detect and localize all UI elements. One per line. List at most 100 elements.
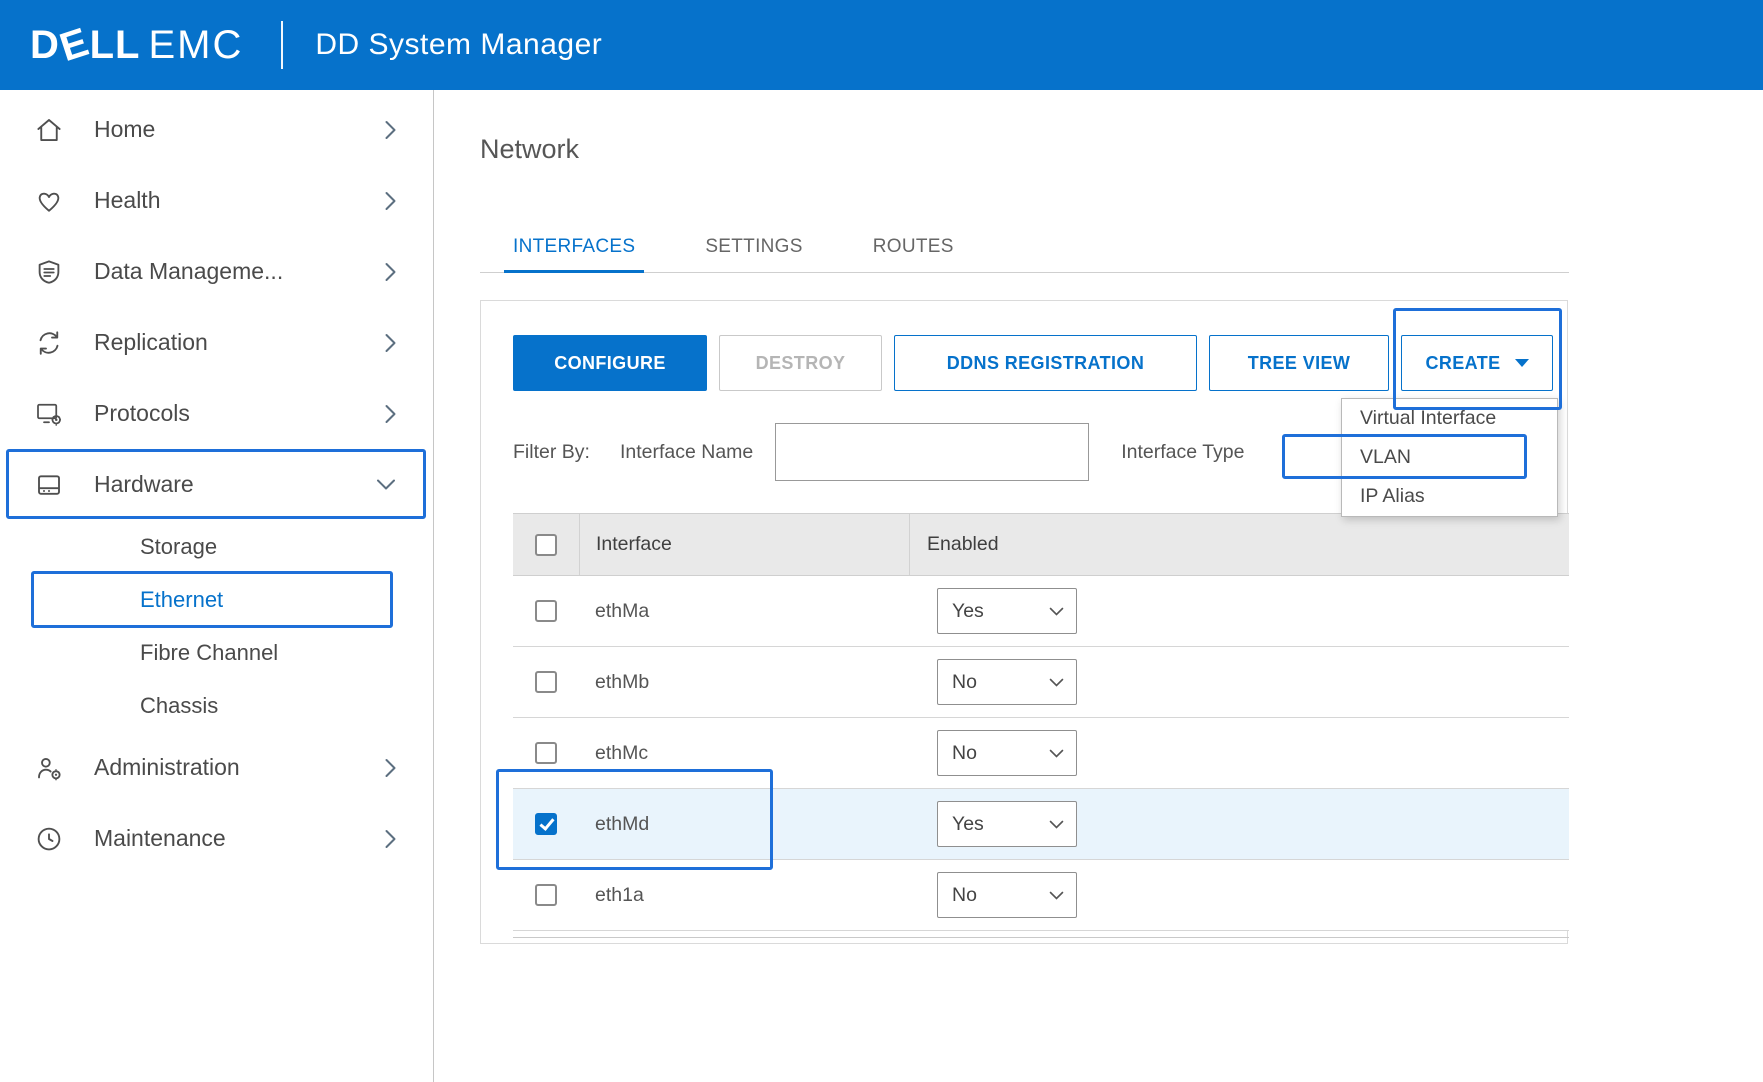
chevron-right-icon [384,332,397,354]
sidebar-item-home[interactable]: Home [0,94,433,165]
table-row: ethMa Yes [513,576,1569,647]
enabled-select[interactable]: No [937,659,1077,705]
header-checkbox-cell [513,514,579,575]
storage-appliance-icon [34,470,64,500]
chevron-down-icon [1049,678,1064,687]
row-checkbox[interactable] [535,742,557,764]
interfaces-table: Interface Enabled ethMa Yes ethMb [513,513,1569,938]
home-icon [34,115,64,145]
create-button[interactable]: CREATE [1401,335,1553,391]
enabled-select[interactable]: No [937,872,1077,918]
sidebar-item-health[interactable]: Health [0,165,433,236]
tab-routes[interactable]: ROUTES [864,226,963,273]
chevron-down-icon [1049,749,1064,758]
sidebar-item-storage[interactable]: Storage [0,520,433,573]
menu-item-virtual-interface[interactable]: Virtual Interface [1342,399,1557,438]
chevron-right-icon [384,119,397,141]
tree-view-button[interactable]: TREE VIEW [1209,335,1389,391]
menu-item-vlan[interactable]: VLAN [1342,438,1557,477]
sidebar-item-fibre-channel[interactable]: Fibre Channel [0,626,433,679]
sidebar-item-protocols[interactable]: Protocols [0,378,433,449]
row-checkbox[interactable] [535,884,557,906]
interfaces-panel: CONFIGURE DESTROY DDNS REGISTRATION TREE… [480,300,1568,944]
sidebar-item-label: Data Manageme... [94,258,283,285]
enabled-select[interactable]: Yes [937,801,1077,847]
table-row: ethMc No [513,718,1569,789]
table-row: eth1a No [513,860,1569,931]
row-checkbox-cell [513,647,579,717]
sidebar-item-label: Hardware [94,471,194,498]
header-divider [281,21,283,69]
enabled-cell: No [909,647,1569,717]
logo-letter: LL [90,23,141,68]
heart-icon [34,186,64,216]
interface-name-input[interactable] [775,423,1089,481]
sidebar-item-administration[interactable]: Administration [0,732,433,803]
tab-settings[interactable]: SETTINGS [696,226,811,273]
table-row: ethMd Yes [513,789,1569,860]
sidebar-item-data-management[interactable]: Data Manageme... [0,236,433,307]
filter-by-label: Filter By: [513,441,590,464]
enabled-cell: Yes [909,789,1569,859]
tab-interfaces[interactable]: INTERFACES [504,226,644,273]
interface-type-label: Interface Type [1121,441,1244,464]
enabled-select-value: Yes [952,813,984,836]
hardware-submenu: Storage Ethernet Fibre Channel Chassis [0,520,433,732]
menu-item-ip-alias[interactable]: IP Alias [1342,477,1557,516]
chevron-down-icon [1049,891,1064,900]
sidebar-item-label: Administration [94,754,240,781]
chevron-right-icon [384,403,397,425]
configure-button[interactable]: CONFIGURE [513,335,707,391]
sidebar-item-maintenance[interactable]: Maintenance [0,803,433,874]
filter-row: Filter By: Interface Name Interface Type [513,421,1244,483]
enabled-cell: Yes [909,576,1569,646]
row-checkbox-cell [513,718,579,788]
table-bottom-rule [513,937,1569,938]
destroy-button[interactable]: DESTROY [719,335,882,391]
create-menu: Virtual Interface VLAN IP Alias [1341,398,1558,517]
sidebar-item-hardware[interactable]: Hardware [0,449,433,520]
interface-name: ethMb [579,647,909,717]
row-checkbox[interactable] [535,671,557,693]
enabled-select-value: Yes [952,600,984,623]
table-row: ethMb No [513,647,1569,718]
sync-arrows-icon [34,328,64,358]
enabled-select[interactable]: No [937,730,1077,776]
sidebar-item-replication[interactable]: Replication [0,307,433,378]
column-header-interface: Interface [579,514,909,575]
table-header: Interface Enabled [513,513,1569,576]
tab-bar: INTERFACES SETTINGS ROUTES [480,226,1569,273]
row-checkbox-cell [513,860,579,930]
row-checkbox-cell [513,576,579,646]
select-all-checkbox[interactable] [535,534,557,556]
sidebar-item-ethernet[interactable]: Ethernet [0,573,433,626]
screen-gear-icon [34,399,64,429]
chevron-right-icon [384,190,397,212]
shield-icon [34,257,64,287]
gauge-clock-icon [34,824,64,854]
sidebar: Home Health Data Manageme... [0,90,434,1082]
ddns-registration-button[interactable]: DDNS REGISTRATION [894,335,1197,391]
enabled-select[interactable]: Yes [937,588,1077,634]
logo-emc: EMC [148,23,243,68]
column-header-enabled: Enabled [909,514,1569,575]
app-title: DD System Manager [315,28,602,62]
row-checkbox[interactable] [535,600,557,622]
sidebar-item-label: Maintenance [94,825,226,852]
user-gear-icon [34,753,64,783]
sidebar-item-chassis[interactable]: Chassis [0,679,433,732]
enabled-select-value: No [952,884,977,907]
row-checkbox[interactable] [535,813,557,835]
page-title: Network [480,134,579,165]
enabled-select-value: No [952,671,977,694]
app-header: D E LL EMC DD System Manager [0,0,1763,90]
chevron-right-icon [384,828,397,850]
page: D E LL EMC DD System Manager Home Health [0,0,1763,1082]
chevron-down-icon [375,478,397,491]
chevron-down-icon [1049,607,1064,616]
toolbar: CONFIGURE DESTROY DDNS REGISTRATION TREE… [513,335,1553,391]
main-content: Network INTERFACES SETTINGS ROUTES CONFI… [434,90,1763,1082]
sidebar-item-label: Health [94,187,160,214]
chevron-right-icon [384,757,397,779]
sidebar-item-label: Replication [94,329,208,356]
